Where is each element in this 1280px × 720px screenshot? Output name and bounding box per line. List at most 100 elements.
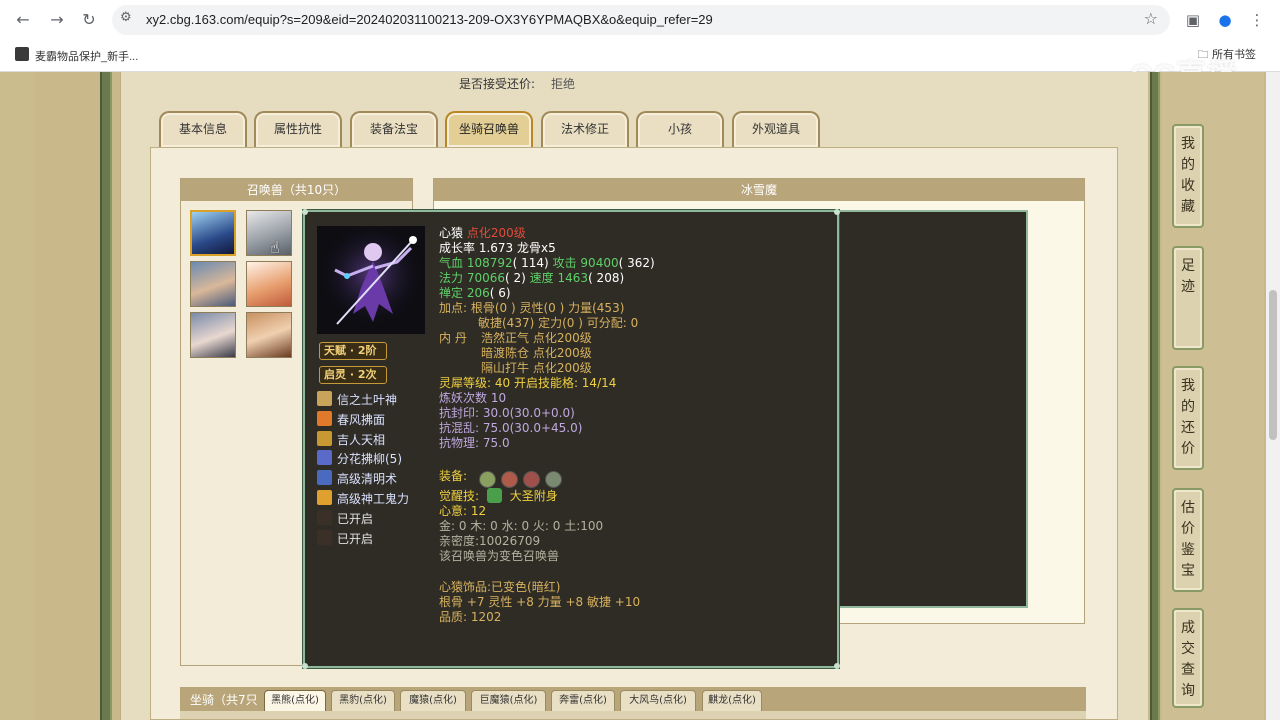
pet-skill: 信之土叶神 (317, 390, 447, 408)
pet-skill: 高级神工鬼力 (317, 489, 447, 507)
mount-tab-7[interactable]: 麒龙(点化) (702, 690, 762, 712)
tab-4[interactable]: 坐骑召唤兽 (445, 111, 533, 147)
pet-portrait (317, 226, 425, 334)
lingxi-line: 灵犀等级: 40 开启技能格: 14/14 (439, 376, 617, 390)
qiling-badge: 启灵 · 2次 (319, 366, 387, 384)
side-nav-label: 足迹 (1181, 258, 1195, 295)
pet-thumb-1[interactable] (190, 210, 236, 256)
mount-tab-1[interactable]: 黑熊(点化) (264, 690, 326, 712)
address-bar[interactable]: ⚙ xy2.cbg.163.com/equip?s=209&eid=202402… (112, 5, 1170, 35)
skill-icon (317, 430, 332, 446)
pet-thumb-5[interactable] (190, 312, 236, 358)
side-nav-item-2[interactable]: 足迹 (1172, 246, 1204, 350)
page-scrollbar[interactable] (1266, 72, 1280, 720)
mount-tab-5[interactable]: 奔雷(点化) (551, 690, 615, 712)
side-nav-item-4[interactable]: 估价鉴宝 (1172, 488, 1204, 592)
elements-line: 金: 0 木: 0 水: 0 火: 0 土:100 (439, 519, 604, 533)
mount-tab-2[interactable]: 黑豹(点化) (331, 690, 395, 712)
talent-value: 2阶 (357, 344, 377, 357)
awaken-line: 觉醒技: 大圣附身 (439, 488, 558, 504)
left-rail-decor (100, 72, 112, 720)
profile-icon[interactable]: ● (1214, 9, 1236, 31)
skill-icon (317, 490, 332, 505)
pet-detail-title: 冰雪魔 (434, 179, 1084, 201)
mp-label: 法力 (439, 271, 464, 285)
tab-2[interactable]: 属性抗性 (254, 111, 342, 147)
skill-label: 吉人天相 (337, 432, 386, 447)
resist-chaos-line: 抗混乱: 75.0(30.0+45.0) (439, 421, 583, 435)
calm-add: ( 6) (489, 286, 511, 300)
side-nav-item-5[interactable]: 成交查询 (1172, 608, 1204, 708)
calm-label: 禅定 (439, 286, 464, 300)
pet-name: 心猿 (439, 226, 464, 240)
browser-chrome: ← → ↻ ⚙ xy2.cbg.163.com/equip?s=209&eid=… (0, 0, 1280, 72)
ornament-line: 心猿饰品:已变色(暗红) (439, 580, 561, 594)
pet-thumb-4[interactable] (246, 261, 292, 307)
tab-7[interactable]: 外观道具 (732, 111, 820, 147)
scroll-thumb[interactable] (1269, 290, 1277, 440)
tab-6[interactable]: 小孩 (636, 111, 724, 147)
bookmark-favicon-icon (15, 47, 29, 61)
mounts-table-header (180, 711, 1086, 719)
site-info-icon[interactable]: ⚙ (120, 10, 132, 25)
skill-label: 已开启 (337, 531, 374, 546)
growth-line: 成长率 1.673 龙骨x5 (439, 241, 556, 255)
mount-tab-3[interactable]: 魔猿(点化) (400, 690, 466, 712)
pet-tooltip: 天赋 · 2阶 启灵 · 2次 心猿 点化200级 成长率 1.673 龙骨x5… (302, 209, 840, 669)
bookmark-item[interactable]: 麦霸物品保护_新手... (35, 48, 138, 64)
atk-label: 攻击 (552, 256, 577, 270)
pet-thumb-3[interactable] (190, 261, 236, 307)
side-panel-icon[interactable]: ▣ (1182, 9, 1204, 31)
mount-tab-6[interactable]: 大风鸟(点化) (620, 690, 696, 712)
tab-3[interactable]: 装备法宝 (350, 111, 438, 147)
mp-spd-line: 法力 70066( 2) 速度 1463( 208) (439, 271, 624, 286)
calm-line: 禅定 206( 6) (439, 286, 511, 301)
skill-label: 信之土叶神 (337, 393, 398, 407)
mp-value: 70066 (466, 271, 506, 285)
pet-name-line: 心猿 点化200级 (439, 226, 526, 241)
skill-icon (317, 529, 332, 545)
right-rail-decor (1150, 72, 1160, 720)
resist-phys-line: 抗物理: 75.0 (439, 436, 510, 450)
qiling-value: 2次 (357, 368, 377, 381)
equip-slot-icon (479, 471, 496, 488)
hp-label: 气血 (439, 256, 464, 270)
qiling-label: 启灵 (324, 368, 346, 381)
neidan-line-1: 内 丹 浩然正气 点化200级 (439, 331, 592, 346)
pet-thumb-6[interactable] (246, 312, 292, 358)
corner-decor (302, 209, 308, 215)
points-line-1: 加点: 根骨(0 ) 灵性(0 ) 力量(453) (439, 301, 625, 315)
bargain-value: 拒绝 (551, 77, 576, 91)
menu-icon[interactable]: ⋮ (1246, 9, 1268, 31)
neidan-3: 隔山打牛 点化200级 (481, 361, 592, 375)
skill-label: 高级清明术 (337, 472, 398, 487)
reload-icon[interactable]: ↻ (78, 9, 100, 31)
skill-label: 分花拂柳(5) (337, 452, 402, 467)
neidan-1: 浩然正气 点化200级 (481, 331, 592, 345)
calm-value: 206 (466, 286, 490, 300)
mount-tab-4[interactable]: 巨魔猿(点化) (471, 690, 546, 712)
pet-skill: 高级清明术 (317, 469, 447, 487)
side-nav-item-1[interactable]: 我的收藏 (1172, 124, 1204, 228)
tab-1[interactable]: 基本信息 (159, 111, 247, 147)
side-nav-item-3[interactable]: 我的还价 (1172, 366, 1204, 470)
side-nav-label: 我的收藏 (1181, 136, 1195, 215)
skill-label: 高级神工鬼力 (337, 492, 410, 506)
skill-icon (317, 509, 332, 525)
forward-icon[interactable]: → (46, 9, 68, 31)
variant-line: 该召唤兽为变色召唤兽 (439, 549, 560, 563)
spd-add: ( 208) (588, 271, 625, 285)
bookmark-star-icon[interactable]: ☆ (1144, 9, 1158, 28)
url-text[interactable]: xy2.cbg.163.com/equip?s=209&eid=20240203… (146, 12, 713, 27)
side-nav-label: 成交查询 (1181, 620, 1195, 699)
tab-5[interactable]: 法术修正 (541, 111, 629, 147)
pet-skill: 分花拂柳(5) (317, 449, 447, 467)
pet-thumb-2[interactable] (246, 210, 292, 256)
mp-add: ( 2) (505, 271, 526, 285)
lianyao-line: 炼妖次数 10 (439, 391, 507, 405)
back-icon[interactable]: ← (12, 9, 34, 31)
resist-seal-line: 抗封印: 30.0(30.0+0.0) (439, 406, 575, 420)
neidan-label: 内 丹 (439, 331, 467, 345)
mouse-cursor-icon: ☝ (270, 238, 280, 257)
pet-skill: 吉人天相 (317, 430, 447, 448)
